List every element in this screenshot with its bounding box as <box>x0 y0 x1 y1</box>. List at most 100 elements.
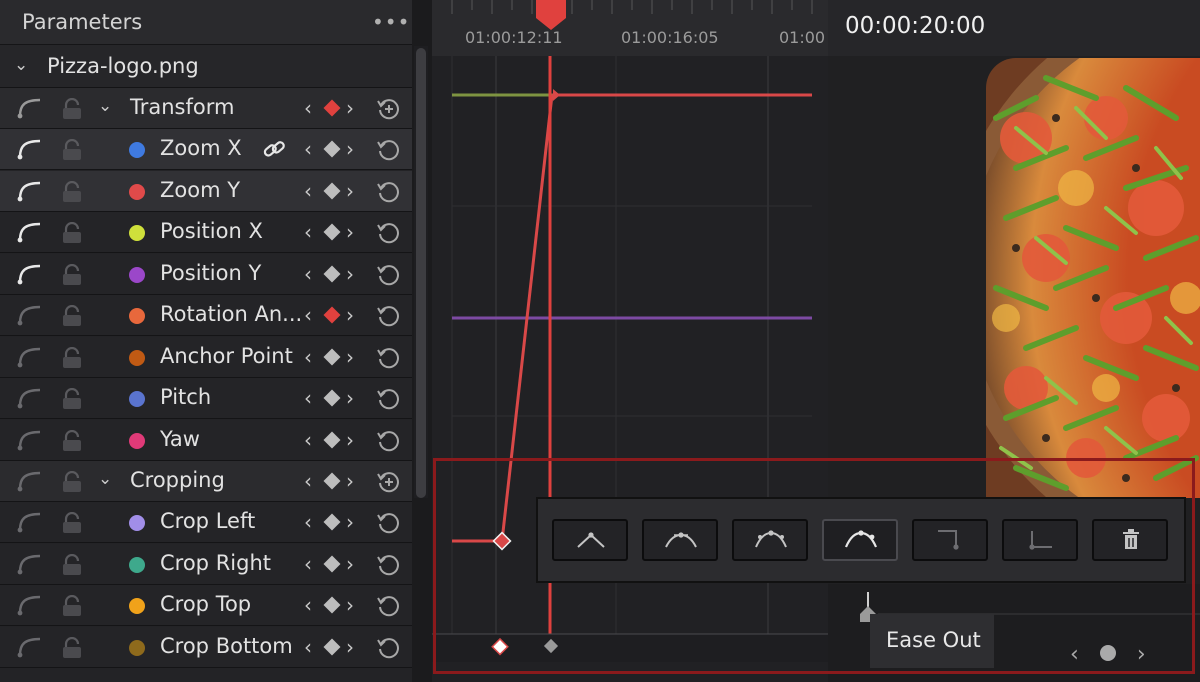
lock-icon[interactable] <box>60 180 84 203</box>
lock-icon[interactable] <box>60 636 84 659</box>
next-keyframe-icon[interactable]: › <box>346 220 354 244</box>
reset-icon[interactable] <box>376 179 402 205</box>
keyframe-diamond-icon[interactable] <box>323 348 341 365</box>
next-keyframe-icon[interactable]: › <box>346 386 354 410</box>
curve-icon[interactable] <box>16 220 44 244</box>
lock-icon[interactable] <box>60 595 84 617</box>
next-keyframe-icon[interactable]: › <box>346 345 354 369</box>
lock-icon[interactable] <box>60 512 84 534</box>
curve-icon[interactable] <box>16 345 44 369</box>
parameter-row[interactable]: Crop Right ‹ › <box>0 543 412 585</box>
lock-icon[interactable] <box>60 429 84 452</box>
clip-row[interactable]: ⌄ Pizza-logo.png <box>0 45 412 88</box>
lock-icon[interactable] <box>60 305 84 327</box>
curve-icon[interactable] <box>16 303 44 327</box>
keyframe-diamond-icon[interactable] <box>323 99 341 117</box>
more-options-icon[interactable]: ••• <box>372 10 410 34</box>
curve-icon[interactable] <box>16 593 44 617</box>
prev-keyframe-icon[interactable]: ‹ <box>304 635 312 659</box>
parameter-row[interactable]: Pitch ‹ › <box>0 378 412 419</box>
keyframe-diamond-icon[interactable] <box>323 306 341 324</box>
reset-icon[interactable] <box>376 635 402 661</box>
keyframe-handle-icon[interactable] <box>553 89 560 101</box>
ease-in-out-button[interactable] <box>732 519 808 561</box>
dot-icon[interactable] <box>1099 645 1116 661</box>
scrollbar-thumb[interactable] <box>416 48 426 498</box>
curve-icon[interactable] <box>16 96 44 120</box>
prev-keyframe-icon[interactable]: ‹ <box>304 96 312 120</box>
lock-icon[interactable] <box>60 98 84 120</box>
reset-icon[interactable] <box>376 345 402 371</box>
parameter-row[interactable]: Position Y ‹ › <box>0 253 412 295</box>
keyframe-diamond-icon[interactable] <box>323 638 341 655</box>
prev-keyframe-icon[interactable]: ‹ <box>304 593 312 617</box>
group-row-transform[interactable]: ⌄ Transform ‹ › <box>0 88 412 129</box>
ease-out-button[interactable] <box>822 519 898 561</box>
curve-icon[interactable] <box>16 552 44 576</box>
keyframe-diamond-icon[interactable] <box>323 182 341 199</box>
lock-icon[interactable] <box>60 346 84 369</box>
lock-icon[interactable] <box>60 263 84 286</box>
next-keyframe-icon[interactable]: › <box>346 96 354 120</box>
prev-keyframe-icon[interactable]: ‹ <box>304 303 312 327</box>
delete-keyframe-button[interactable] <box>1092 519 1168 561</box>
lock-icon[interactable] <box>60 471 84 493</box>
parameter-row[interactable]: Yaw ‹ › <box>0 419 412 461</box>
lock-icon[interactable] <box>60 553 84 576</box>
next-keyframe-icon[interactable]: › <box>346 137 354 161</box>
step-out-button[interactable] <box>1002 519 1078 561</box>
prev-keyframe-icon[interactable]: ‹ <box>304 428 312 452</box>
parameter-row[interactable]: Rotation An... ‹ › <box>0 295 412 336</box>
parameter-row[interactable]: Zoom Y ‹ › <box>0 170 412 212</box>
lock-icon[interactable] <box>60 139 84 161</box>
next-icon[interactable]: › <box>1137 642 1146 667</box>
reset-icon[interactable] <box>376 386 402 412</box>
parameter-row[interactable]: Anchor Point ‹ › <box>0 336 412 378</box>
link-icon[interactable] <box>262 138 286 160</box>
lock-icon[interactable] <box>60 222 84 244</box>
reset-icon[interactable] <box>376 593 402 619</box>
keyframe-diamond-icon[interactable] <box>323 140 341 158</box>
next-keyframe-icon[interactable]: › <box>346 469 354 493</box>
keyframe-diamond-icon[interactable] <box>323 555 341 572</box>
curve-icon[interactable] <box>16 137 44 161</box>
curve-icon[interactable] <box>16 386 44 410</box>
parameter-row[interactable]: Crop Left ‹ › <box>0 502 412 543</box>
chevron-down-icon[interactable]: ⌄ <box>98 469 112 489</box>
prev-keyframe-icon[interactable]: ‹ <box>304 510 312 534</box>
next-keyframe-icon[interactable]: › <box>346 262 354 286</box>
keyframe-diamond-icon[interactable] <box>323 431 341 448</box>
next-keyframe-icon[interactable]: › <box>346 303 354 327</box>
curve-icon[interactable] <box>16 179 44 203</box>
curve-icon[interactable] <box>16 469 44 493</box>
keyframe-diamond-icon[interactable] <box>323 596 341 614</box>
prev-keyframe-icon[interactable]: ‹ <box>304 469 312 493</box>
prev-keyframe-icon[interactable]: ‹ <box>304 220 312 244</box>
next-keyframe-icon[interactable]: › <box>346 510 354 534</box>
next-keyframe-icon[interactable]: › <box>346 179 354 203</box>
curve-icon[interactable] <box>16 635 44 659</box>
timeline-ruler[interactable]: 01:00:12:11 01:00:16:05 01:00 <box>432 0 828 56</box>
keyframe-diamond-icon[interactable] <box>323 389 341 407</box>
lock-icon[interactable] <box>60 388 84 410</box>
reset-icon[interactable] <box>376 262 402 288</box>
reset-icon[interactable] <box>376 303 402 329</box>
prev-keyframe-icon[interactable]: ‹ <box>304 386 312 410</box>
prev-keyframe-icon[interactable]: ‹ <box>304 262 312 286</box>
add-icon[interactable] <box>376 96 402 122</box>
keyframe-diamond-icon[interactable] <box>323 472 341 490</box>
group-row-cropping[interactable]: ⌄ Cropping ‹ › <box>0 461 412 502</box>
reset-icon[interactable] <box>376 510 402 536</box>
prev-keyframe-icon[interactable]: ‹ <box>304 552 312 576</box>
add-icon[interactable] <box>376 469 402 495</box>
reset-icon[interactable] <box>376 428 402 454</box>
parameter-row[interactable]: Crop Top ‹ › <box>0 585 412 626</box>
next-keyframe-icon[interactable]: › <box>346 428 354 452</box>
parameter-row[interactable]: Position X ‹ › <box>0 212 412 253</box>
step-in-button[interactable] <box>912 519 988 561</box>
keyframe-diamond-icon[interactable] <box>323 223 341 241</box>
reset-icon[interactable] <box>376 220 402 246</box>
chevron-down-icon[interactable]: ⌄ <box>98 96 112 116</box>
reset-icon[interactable] <box>376 137 402 163</box>
linear-button[interactable] <box>552 519 628 561</box>
